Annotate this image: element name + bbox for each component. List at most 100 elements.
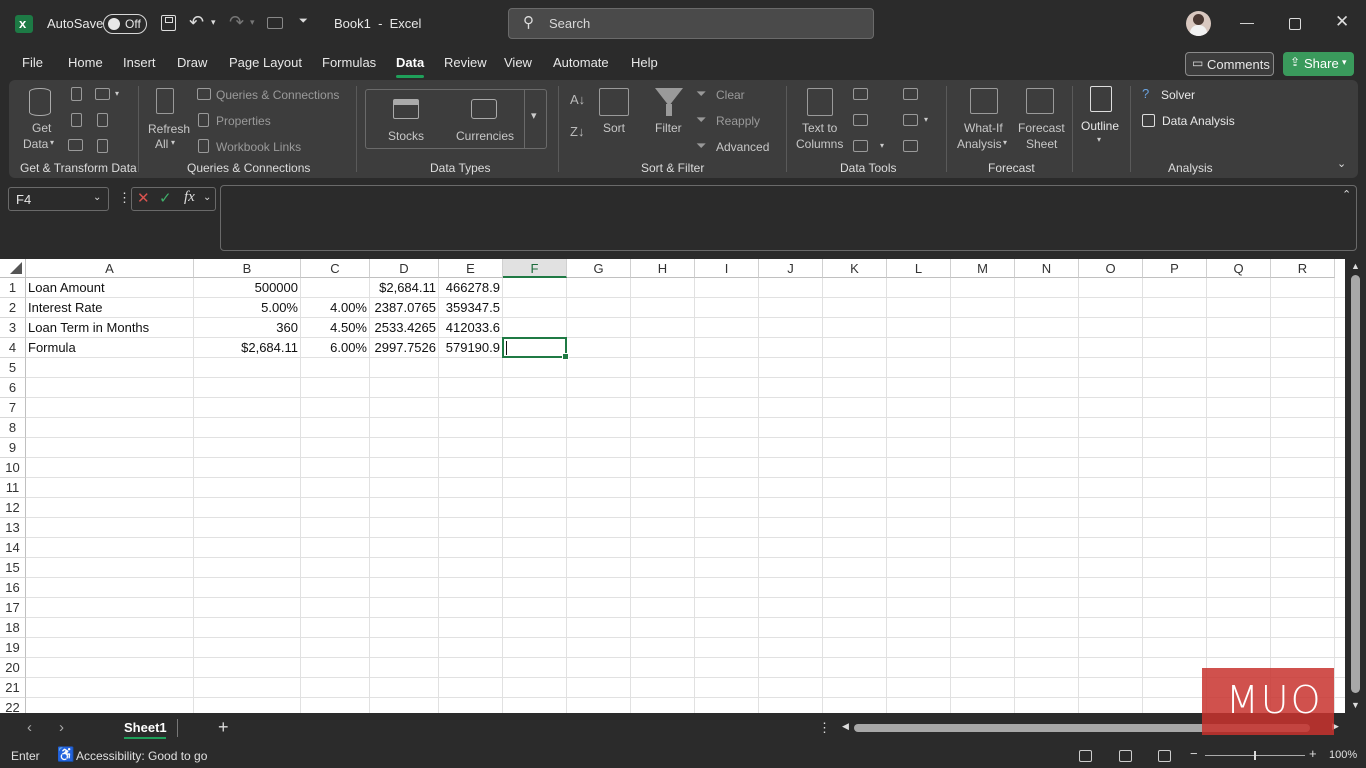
tab-home[interactable]: Home (68, 55, 103, 70)
search-box[interactable]: ⚲ Search (508, 8, 874, 39)
tab-insert[interactable]: Insert (123, 55, 156, 70)
add-sheet-icon[interactable]: + (218, 717, 229, 738)
from-text-icon[interactable] (71, 87, 82, 101)
cell-d4[interactable]: 2997.7526 (370, 338, 436, 358)
undo-dropdown-icon[interactable]: ▾ (211, 17, 216, 28)
row-header-13[interactable]: 13 (0, 518, 26, 538)
column-header-m[interactable]: M (951, 259, 1015, 278)
solver-button[interactable]: ? Solver (1141, 86, 1201, 105)
from-picture-icon[interactable] (97, 139, 108, 153)
remove-duplicates-icon[interactable] (853, 114, 868, 126)
flash-fill-icon[interactable] (853, 88, 868, 100)
undo-icon[interactable]: ↶ (189, 12, 204, 33)
cell-a4[interactable]: Formula (28, 338, 192, 358)
text-to-columns-button[interactable]: Text to Columns (795, 86, 845, 154)
column-header-j[interactable]: J (759, 259, 823, 278)
manage-data-model-icon[interactable] (903, 140, 918, 152)
page-layout-view-icon[interactable] (1119, 750, 1132, 762)
collapse-ribbon-icon[interactable]: ⌄ (1337, 157, 1346, 170)
recent-sources-icon[interactable] (95, 88, 110, 100)
cell-c3[interactable]: 4.50% (301, 318, 367, 338)
row-header-1[interactable]: 1 (0, 278, 26, 298)
data-analysis-button[interactable]: Data Analysis (1141, 113, 1241, 131)
clear-button[interactable]: ⏷ Clear (696, 86, 756, 105)
chevron-down-icon[interactable]: ▾ (880, 141, 884, 150)
row-header-5[interactable]: 5 (0, 358, 26, 378)
zoom-out-icon[interactable]: − (1190, 746, 1198, 761)
fill-handle[interactable] (562, 353, 569, 360)
formula-input[interactable]: ⌃ (220, 185, 1357, 251)
row-header-11[interactable]: 11 (0, 478, 26, 498)
cell-c2[interactable]: 4.00% (301, 298, 367, 318)
enter-icon[interactable]: ✓ (159, 189, 172, 207)
column-header-k[interactable]: K (823, 259, 887, 278)
cell-a1[interactable]: Loan Amount (28, 278, 192, 298)
avatar[interactable] (1186, 11, 1211, 36)
properties-button[interactable]: Properties (196, 113, 296, 131)
gallery-more-button[interactable]: ▾ (524, 90, 547, 148)
redo-dropdown-icon[interactable]: ▾ (250, 17, 255, 28)
row-header-20[interactable]: 20 (0, 658, 26, 678)
select-all-corner[interactable] (0, 259, 26, 278)
tab-split-handle-icon[interactable]: ⋮ (818, 720, 831, 736)
advanced-button[interactable]: ⏷ Advanced (696, 138, 772, 157)
vertical-scroll-thumb[interactable] (1351, 275, 1360, 693)
sort-descending-icon[interactable]: Z↓ (570, 124, 584, 139)
page-break-preview-icon[interactable] (1158, 750, 1171, 762)
scroll-left-icon[interactable]: ◀ (842, 721, 849, 732)
normal-view-icon[interactable] (1079, 750, 1092, 762)
column-header-r[interactable]: R (1271, 259, 1335, 278)
autosave-toggle[interactable]: Off (103, 14, 147, 34)
row-header-22[interactable]: 22 (0, 698, 26, 713)
tab-help[interactable]: Help (631, 55, 658, 70)
row-header-3[interactable]: 3 (0, 318, 26, 338)
column-header-p[interactable]: P (1143, 259, 1207, 278)
tab-review[interactable]: Review (444, 55, 487, 70)
cell-b4[interactable]: $2,684.11 (194, 338, 298, 358)
forecast-sheet-button[interactable]: Forecast Sheet (1015, 86, 1065, 154)
consolidate-icon[interactable] (903, 88, 918, 100)
sort-ascending-icon[interactable]: A↓ (570, 92, 585, 107)
share-button[interactable]: ⇪ Share ▾ (1283, 52, 1354, 76)
chevron-down-icon[interactable]: ▾ (924, 115, 928, 124)
row-header-9[interactable]: 9 (0, 438, 26, 458)
tab-file[interactable]: File (22, 55, 43, 70)
cell-c4[interactable]: 6.00% (301, 338, 367, 358)
name-box[interactable]: F4 ⌄ (8, 187, 109, 211)
restore-icon[interactable] (1289, 18, 1301, 30)
column-header-o[interactable]: O (1079, 259, 1143, 278)
row-header-18[interactable]: 18 (0, 618, 26, 638)
customize-qat-icon[interactable]: ⏷ (299, 15, 308, 28)
from-table-icon[interactable] (68, 139, 83, 151)
previous-sheet-icon[interactable]: ‹ (27, 719, 32, 736)
row-header-21[interactable]: 21 (0, 678, 26, 698)
currencies-button[interactable]: Currencies (453, 96, 517, 146)
cell-e1[interactable]: 466278.9 (439, 278, 500, 298)
column-header-c[interactable]: C (301, 259, 370, 278)
from-web-icon[interactable] (71, 113, 82, 127)
camera-icon[interactable] (267, 17, 283, 29)
row-header-6[interactable]: 6 (0, 378, 26, 398)
cancel-icon[interactable]: ✕ (137, 189, 150, 207)
vertical-scrollbar[interactable]: ▲ ▼ (1345, 259, 1366, 713)
column-header-a[interactable]: A (26, 259, 194, 278)
relationships-icon[interactable] (903, 114, 918, 126)
column-header-f[interactable]: F (503, 259, 567, 278)
reapply-button[interactable]: ⏷ Reapply (696, 112, 766, 131)
sheet-tab-sheet1[interactable]: Sheet1 (116, 713, 173, 741)
workbook-links-button[interactable]: Workbook Links (196, 139, 316, 157)
row-header-16[interactable]: 16 (0, 578, 26, 598)
row-header-12[interactable]: 12 (0, 498, 26, 518)
existing-connections-icon[interactable] (97, 113, 108, 127)
row-header-19[interactable]: 19 (0, 638, 26, 658)
tab-automate[interactable]: Automate (553, 55, 609, 70)
active-cell[interactable] (502, 337, 569, 360)
cell-b2[interactable]: 5.00% (194, 298, 298, 318)
scroll-up-icon[interactable]: ▲ (1351, 261, 1360, 271)
row-header-2[interactable]: 2 (0, 298, 26, 318)
insert-function-icon[interactable]: fx (184, 189, 195, 206)
what-if-analysis-button[interactable]: What-If Analysis ▾ (955, 86, 1013, 154)
tab-data[interactable]: Data (396, 55, 424, 70)
chevron-down-icon[interactable]: ⌄ (203, 192, 211, 203)
close-icon[interactable]: ✕ (1335, 12, 1349, 32)
